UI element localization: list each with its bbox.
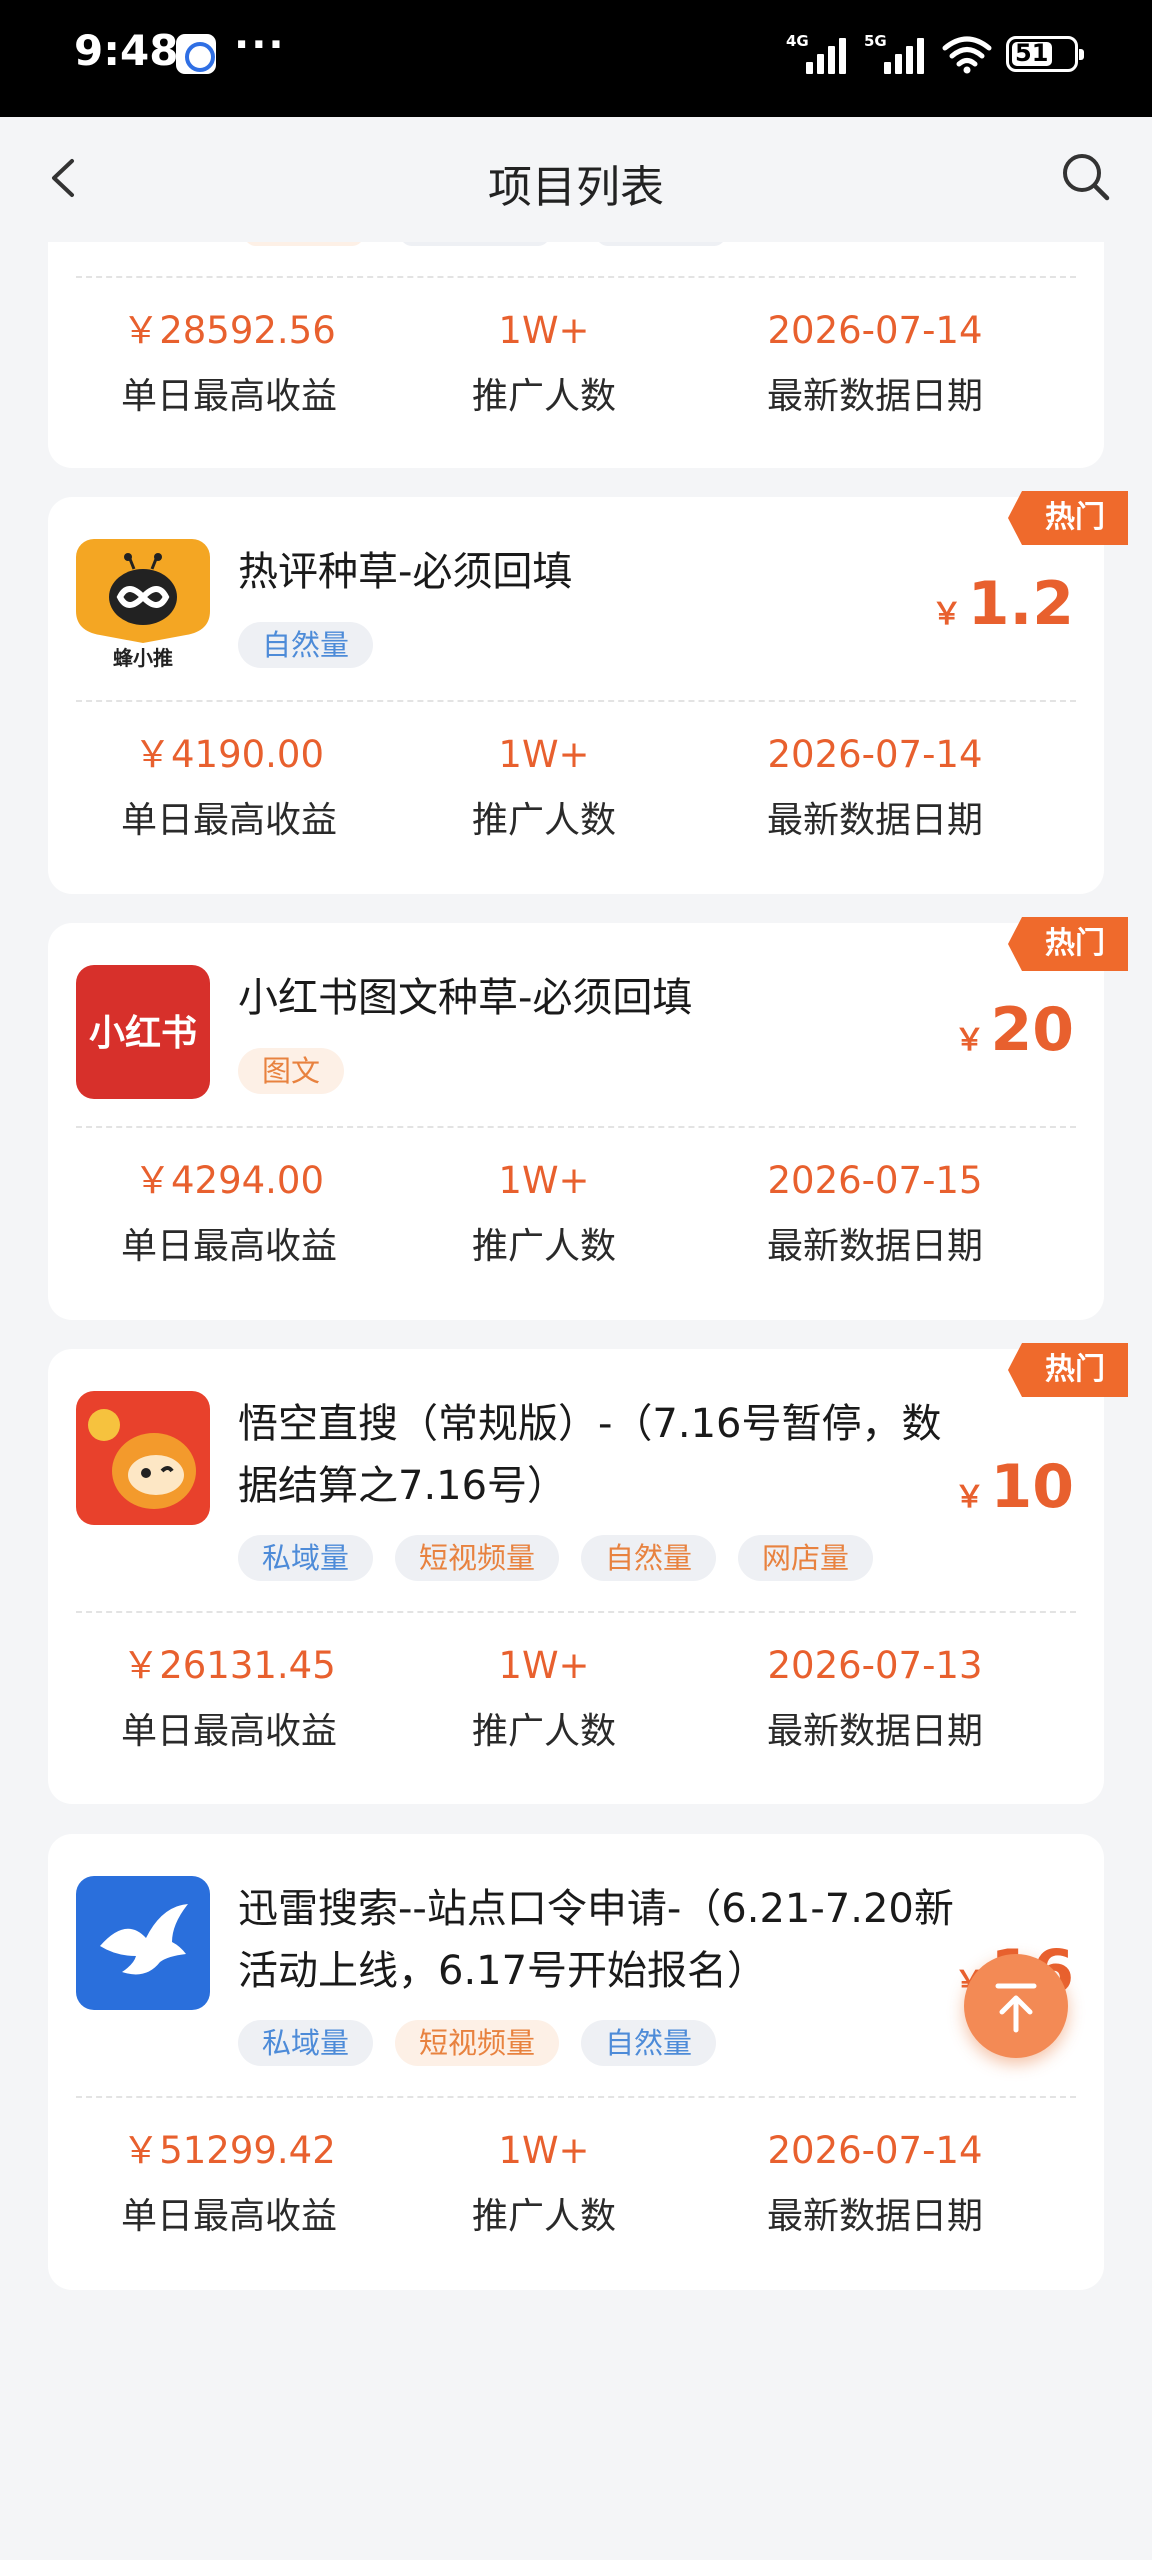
search-icon[interactable]: [1060, 151, 1112, 203]
date-value: 2026-07-13: [767, 1644, 983, 1687]
hot-badge: 热门: [1008, 491, 1128, 545]
tag-list: 自然量: [238, 622, 374, 668]
page-title: 项目列表: [488, 162, 664, 213]
unit-price: ￥ 10: [954, 1452, 1075, 1522]
divider: [76, 2096, 1076, 2098]
tag: 网店量: [738, 1535, 874, 1581]
divider: [76, 276, 1076, 278]
status-time: 9:48: [74, 26, 179, 75]
promoters-label: 推广人数: [471, 2196, 616, 2237]
project-title: 悟空直搜（常规版）-（7.16号暂停，数据结算之7.16号）: [238, 1401, 942, 1509]
project-card[interactable]: 热门 悟空直搜（常规版）-（7.16号暂停，数据结算之7.16号） 私域量 短视…: [48, 1343, 1128, 1804]
project-title: 迅雷搜索--站点口令申请-（6.21-7.20新活动上线，6.17号开始报名）: [238, 1886, 954, 1994]
status-bar: 9:48 ··· 4G 5G 51: [0, 0, 1152, 117]
max-income-value: ￥51299.42: [122, 2129, 336, 2172]
promoters-value: 1W+: [498, 2129, 590, 2172]
back-to-top-button[interactable]: [964, 1954, 1068, 2058]
date-value: 2026-07-15: [767, 1159, 983, 1202]
cellular-signal-4g-icon: 4G: [786, 32, 850, 74]
unit-price: ￥ 20: [954, 995, 1075, 1065]
date-value: 2026-07-14: [767, 733, 983, 776]
date-label: 最新数据日期: [766, 1226, 983, 1267]
battery-icon: 51: [1006, 36, 1084, 72]
date-label: 最新数据日期: [766, 2196, 983, 2237]
card-stats: ￥51299.42 单日最高收益 1W+ 推广人数 2026-07-14 最新数据日期: [48, 2126, 1104, 2242]
divider: [76, 700, 1076, 702]
promoters-label: 推广人数: [471, 376, 616, 417]
tag: 自然量: [581, 2020, 717, 2066]
svg-text:蜂小推: 蜂小推: [113, 646, 173, 670]
card-stats: ￥4190.00 单日最高收益 1W+ 推广人数 2026-07-14 最新数据日期: [48, 730, 1104, 846]
max-income-label: 单日最高收益: [120, 2196, 337, 2237]
max-income-value: ￥4190.00: [133, 733, 324, 776]
unit-price: ￥ 1.2: [931, 569, 1074, 639]
arrow-up-icon: [995, 1983, 1037, 2033]
max-income-value: ￥4294.00: [133, 1159, 324, 1202]
svg-text:小红书: 小红书: [89, 1013, 197, 1054]
max-income-label: 单日最高收益: [120, 376, 337, 417]
promoters-label: 推广人数: [471, 800, 616, 841]
hot-badge: 热门: [1008, 917, 1128, 971]
project-title: 热评种草-必须回填: [238, 549, 573, 595]
project-title: 小红书图文种草-必须回填: [238, 975, 693, 1021]
max-income-value: ￥26131.45: [122, 1644, 336, 1687]
app-notification-icon: [176, 34, 216, 74]
hot-badge: 热门: [1008, 1343, 1128, 1397]
status-indicators: 4G 5G 51: [786, 32, 1084, 74]
card-stats: ￥26131.45 单日最高收益 1W+ 推广人数 2026-07-13 最新数据日期: [48, 1641, 1104, 1757]
max-income-label: 单日最高收益: [120, 1711, 337, 1752]
more-notifications-icon: ···: [234, 22, 286, 68]
cellular-signal-5g-icon: 5G: [864, 32, 928, 74]
wukong-logo-icon: [76, 1391, 210, 1525]
date-value: 2026-07-14: [767, 309, 983, 352]
tag-list: 图文: [238, 1048, 345, 1094]
max-income-value: ￥28592.56: [122, 309, 336, 352]
project-card[interactable]: 热门 蜂小推 热评种草-必须回填 自然量 ￥ 1.2 ￥4190.00 单日最高收益…: [48, 491, 1128, 894]
wifi-icon: [942, 36, 992, 74]
xunlei-bird-logo-icon: [76, 1876, 210, 2010]
max-income-label: 单日最高收益: [120, 1226, 337, 1267]
tag-list: 私域量 短视频量 自然量: [238, 2020, 717, 2066]
navigation-bar: 项目列表: [0, 117, 1152, 242]
date-value: 2026-07-14: [767, 2129, 983, 2172]
date-label: 最新数据日期: [766, 800, 983, 841]
bee-logo-icon: 蜂小推: [76, 539, 210, 673]
promoters-value: 1W+: [498, 733, 590, 776]
tag: 图文: [238, 1048, 345, 1094]
tag-list: 私域量 短视频量 自然量 网店量: [238, 1535, 874, 1581]
max-income-label: 单日最高收益: [120, 800, 337, 841]
tag: 私域量: [238, 2020, 374, 2066]
card-stats: ￥28592.56 单日最高收益 1W+ 推广人数 2026-07-14 最新数据日期: [48, 306, 1104, 422]
tag: 自然量: [581, 1535, 717, 1581]
date-label: 最新数据日期: [766, 1711, 983, 1752]
tag: 短视频量: [395, 2020, 560, 2066]
promoters-value: 1W+: [498, 1644, 590, 1687]
project-card[interactable]: 迅雷搜索--站点口令申请-（6.21-7.20新活动上线，6.17号开始报名） …: [48, 1834, 1104, 2290]
card-stats: ￥4294.00 单日最高收益 1W+ 推广人数 2026-07-15 最新数据日期: [48, 1156, 1104, 1272]
promoters-label: 推广人数: [471, 1711, 616, 1752]
promoters-label: 推广人数: [471, 1226, 616, 1267]
tag: 私域量: [238, 1535, 374, 1581]
tag: 短视频量: [395, 1535, 560, 1581]
promoters-value: 1W+: [498, 309, 590, 352]
date-label: 最新数据日期: [766, 376, 983, 417]
project-card[interactable]: 热门 小红书 小红书图文种草-必须回填 图文 ￥ 20 ￥4294.00 单日最高收…: [48, 917, 1128, 1320]
battery-level: 51: [1015, 39, 1049, 67]
tag: 自然量: [238, 622, 374, 668]
divider: [76, 1126, 1076, 1128]
promoters-value: 1W+: [498, 1159, 590, 1202]
xiaohongshu-logo-icon: 小红书: [76, 965, 210, 1099]
divider: [76, 1611, 1076, 1613]
